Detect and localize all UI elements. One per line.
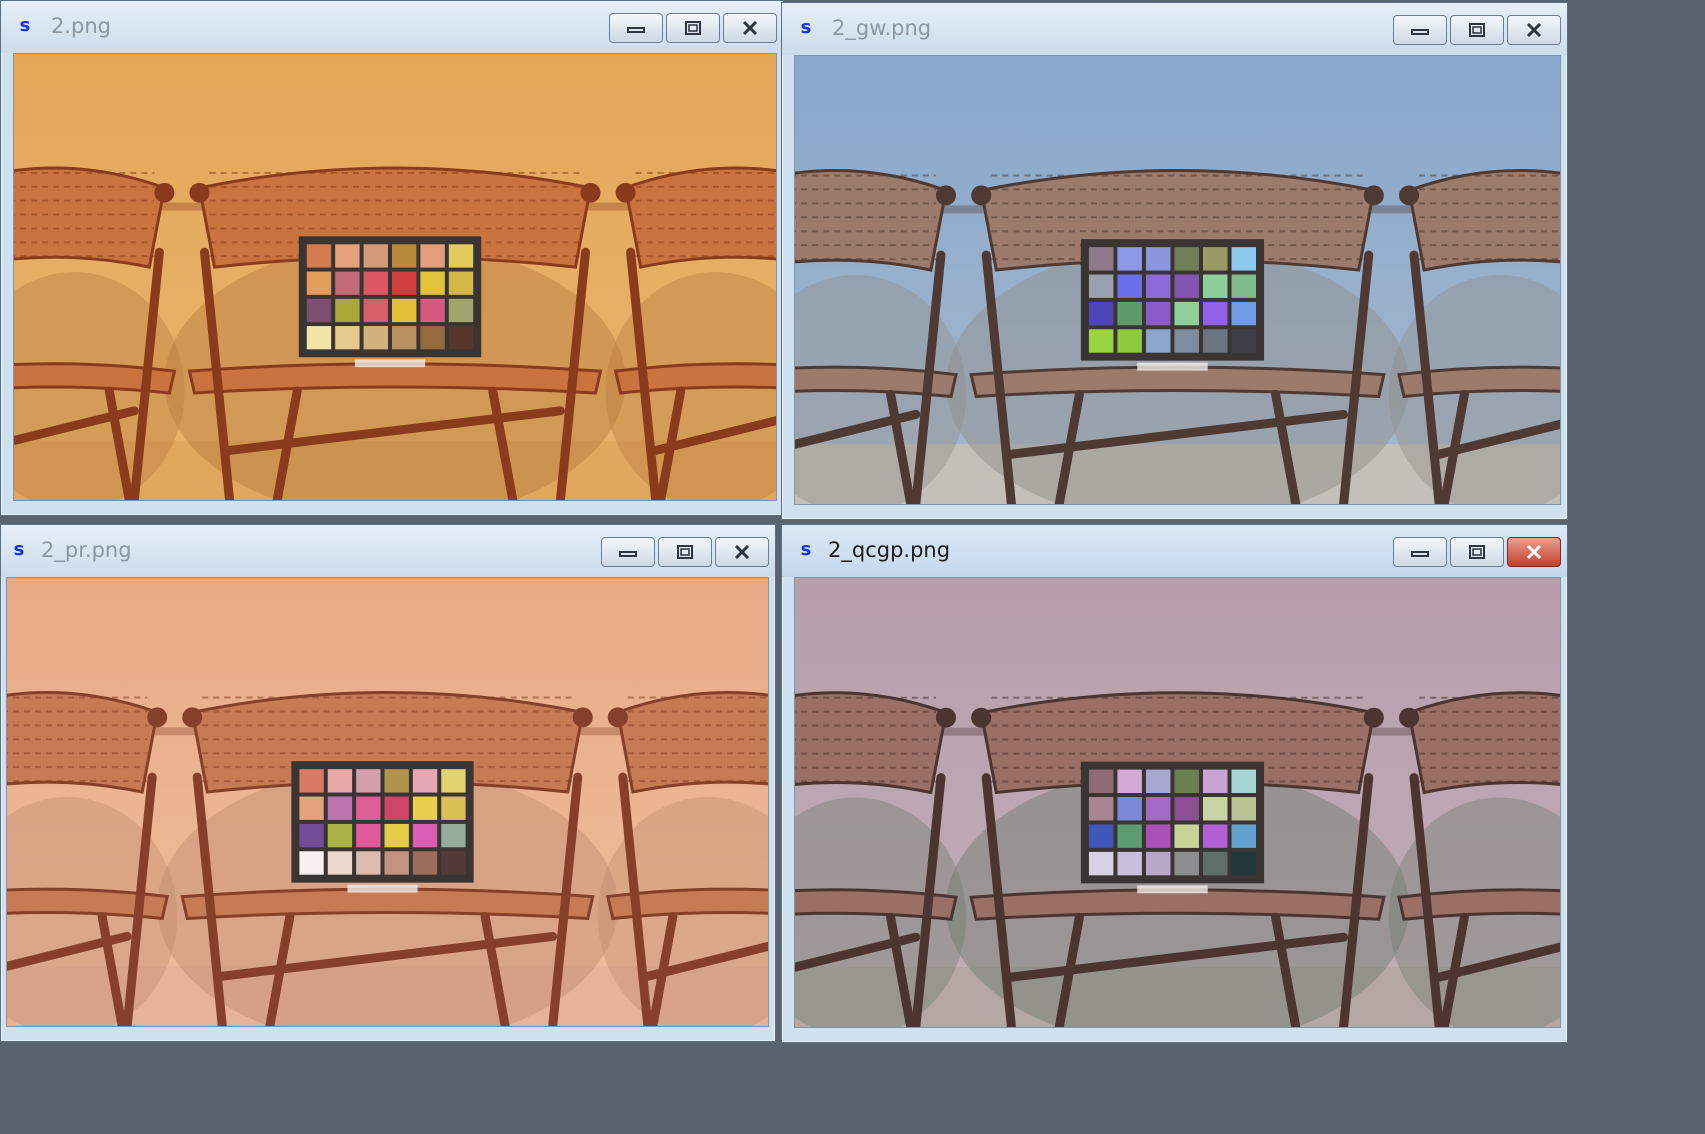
window-title: 2_pr.png — [41, 538, 132, 562]
title-bar[interactable]: s 2_pr.png — [1, 525, 775, 577]
app-s-icon: s — [800, 17, 812, 38]
maximize-button[interactable] — [666, 13, 720, 43]
image-window-2-png[interactable]: s 2.png — [0, 0, 784, 516]
title-bar[interactable]: s 2.png — [1, 1, 783, 53]
app-s-icon: s — [19, 15, 31, 36]
minimize-icon — [1411, 29, 1429, 35]
window-title: 2_gw.png — [832, 16, 932, 40]
minimize-button[interactable] — [1393, 537, 1447, 567]
minimize-button[interactable] — [1393, 15, 1447, 45]
maximize-icon — [677, 545, 693, 559]
maximize-button[interactable] — [1450, 15, 1504, 45]
close-icon — [1526, 22, 1542, 38]
minimize-icon — [1411, 551, 1429, 557]
minimize-button[interactable] — [601, 537, 655, 567]
image-canvas — [794, 577, 1561, 1028]
chairs-photo — [14, 54, 776, 500]
window-title: 2.png — [51, 14, 112, 38]
image-canvas — [13, 53, 777, 501]
color-checker — [291, 761, 474, 893]
chairs-photo — [795, 56, 1560, 504]
minimize-button[interactable] — [609, 13, 663, 43]
maximize-icon — [1469, 23, 1485, 37]
chairs-photo — [7, 578, 768, 1026]
maximize-icon — [1469, 545, 1485, 559]
image-canvas — [6, 577, 769, 1027]
color-checker — [298, 236, 482, 368]
close-icon — [734, 544, 750, 560]
image-window-2-gw-png[interactable]: s 2_gw.png — [781, 2, 1568, 520]
color-checker — [1080, 239, 1265, 371]
window-title: 2_qcgp.png — [828, 538, 951, 562]
close-button[interactable] — [1507, 537, 1561, 567]
close-button[interactable] — [723, 13, 777, 43]
maximize-button[interactable] — [1450, 537, 1504, 567]
close-button[interactable] — [715, 537, 769, 567]
image-canvas — [794, 55, 1561, 505]
minimize-icon — [619, 551, 637, 557]
image-window-2-pr-png[interactable]: s 2_pr.png — [0, 524, 776, 1042]
close-icon — [742, 20, 758, 36]
app-s-icon: s — [800, 539, 812, 560]
close-icon — [1526, 544, 1542, 560]
maximize-button[interactable] — [658, 537, 712, 567]
app-s-icon: s — [13, 539, 25, 560]
title-bar[interactable]: s 2_gw.png — [782, 3, 1567, 55]
chairs-photo — [795, 578, 1560, 1027]
title-bar[interactable]: s 2_qcgp.png — [782, 525, 1567, 577]
minimize-icon — [627, 27, 645, 33]
maximize-icon — [685, 21, 701, 35]
color-checker — [1080, 761, 1265, 894]
close-button[interactable] — [1507, 15, 1561, 45]
image-window-2-qcgp-png[interactable]: s 2_qcgp.png — [781, 524, 1568, 1043]
